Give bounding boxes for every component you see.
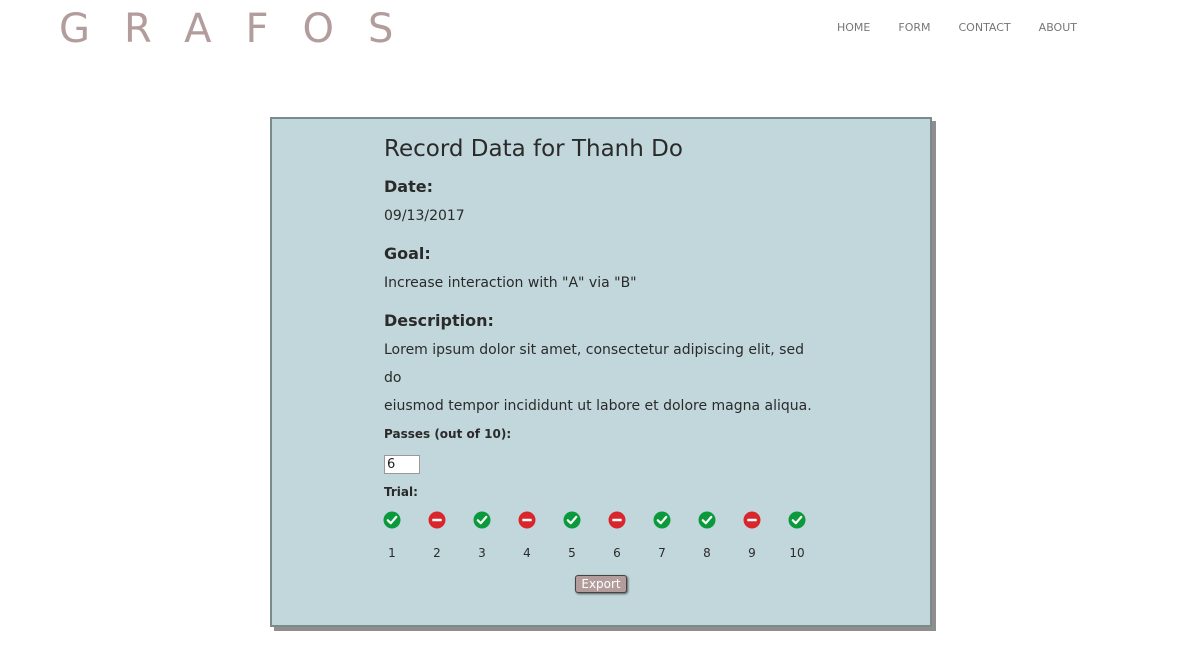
trial-item: 7 xyxy=(652,511,672,560)
description-line-1: Lorem ipsum dolor sit amet, consectetur … xyxy=(384,342,804,386)
trial-number: 6 xyxy=(613,546,621,560)
passes-input[interactable] xyxy=(384,455,420,474)
nav-contact-link[interactable]: CONTACT xyxy=(959,21,1011,34)
trial-label: Trial: xyxy=(384,485,418,499)
trial-item: 6 xyxy=(607,511,627,560)
trial-number: 5 xyxy=(568,546,576,560)
export-button[interactable]: Export xyxy=(575,575,627,593)
trial-number: 8 xyxy=(703,546,711,560)
trial-number: 3 xyxy=(478,546,486,560)
trial-number: 4 xyxy=(523,546,531,560)
goal-value: Increase interaction with "A" via "B" xyxy=(384,275,637,291)
trial-number: 1 xyxy=(388,546,396,560)
check-circle-icon[interactable] xyxy=(473,511,491,529)
main-nav: HOME FORM CONTACT ABOUT xyxy=(837,21,1105,34)
export-area: Export xyxy=(272,573,930,593)
trial-item: 5 xyxy=(562,511,582,560)
minus-circle-icon[interactable] xyxy=(518,511,536,529)
trial-item: 1 xyxy=(382,511,402,560)
trial-item: 4 xyxy=(517,511,537,560)
check-circle-icon[interactable] xyxy=(383,511,401,529)
trial-number: 10 xyxy=(789,546,805,560)
trial-number: 9 xyxy=(748,546,756,560)
trial-number: 2 xyxy=(433,546,441,560)
trial-number: 7 xyxy=(658,546,666,560)
site-header: GRAFOS HOME FORM CONTACT ABOUT xyxy=(0,0,1202,60)
minus-circle-icon[interactable] xyxy=(428,511,446,529)
minus-circle-icon[interactable] xyxy=(608,511,626,529)
record-card: Record Data for Thanh Do Date: 09/13/201… xyxy=(270,117,932,627)
check-circle-icon[interactable] xyxy=(653,511,671,529)
trial-item: 2 xyxy=(427,511,447,560)
trial-item: 3 xyxy=(472,511,492,560)
description-heading: Description: xyxy=(384,311,494,330)
record-content: Record Data for Thanh Do Date: 09/13/201… xyxy=(382,133,824,583)
check-circle-icon[interactable] xyxy=(698,511,716,529)
check-circle-icon[interactable] xyxy=(788,511,806,529)
site-logo[interactable]: GRAFOS xyxy=(59,6,427,52)
page-title: Record Data for Thanh Do xyxy=(384,136,683,162)
date-value: 09/13/2017 xyxy=(384,208,465,224)
goal-heading: Goal: xyxy=(384,244,431,263)
minus-circle-icon[interactable] xyxy=(743,511,761,529)
passes-label: Passes (out of 10): xyxy=(384,427,512,441)
trial-item: 8 xyxy=(697,511,717,560)
description-line-2: eiusmod tempor incididunt ut labore et d… xyxy=(384,398,812,414)
check-circle-icon[interactable] xyxy=(563,511,581,529)
nav-form-link[interactable]: FORM xyxy=(898,21,930,34)
trial-item: 9 xyxy=(742,511,762,560)
trial-item: 10 xyxy=(787,511,807,560)
nav-about-link[interactable]: ABOUT xyxy=(1039,21,1077,34)
nav-home-link[interactable]: HOME xyxy=(837,21,870,34)
date-heading: Date: xyxy=(384,177,433,196)
